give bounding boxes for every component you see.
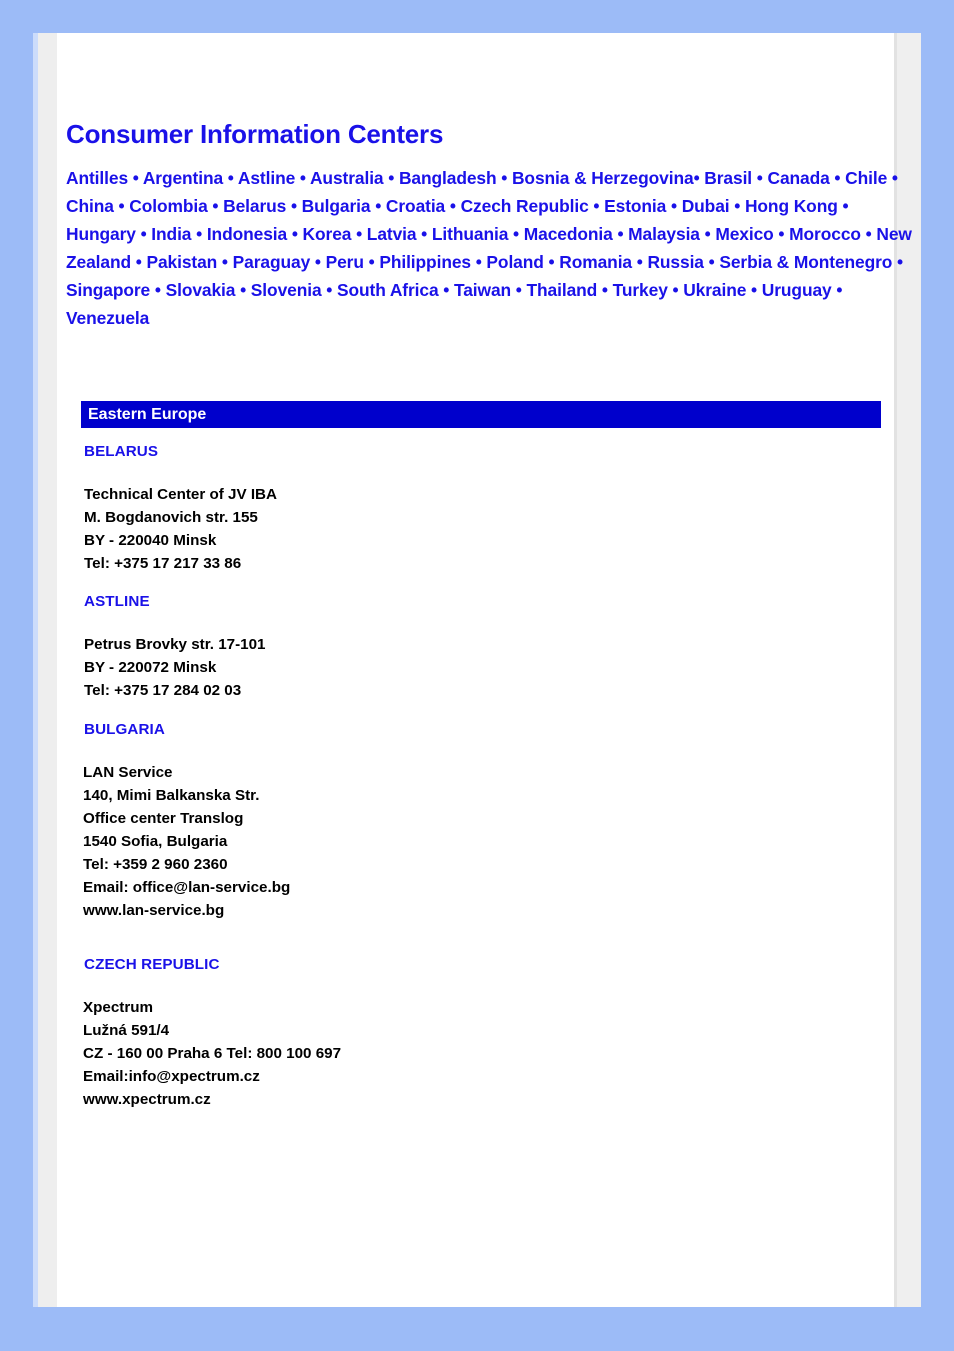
page-title: Consumer Information Centers: [66, 119, 444, 150]
entry-address-bulgaria: LAN Service 140, Mimi Balkanska Str. Off…: [83, 764, 291, 919]
entry-address-belarus: Technical Center of JV IBA M. Bogdanovic…: [84, 486, 277, 572]
page-left-margin-band: [38, 33, 57, 1307]
country-links-list[interactable]: Antilles • Argentina • Astline • Austral…: [66, 164, 914, 332]
document-sheet: Consumer Information Centers Antilles • …: [57, 33, 912, 1307]
entry-address-czech-republic: Xpectrum Lužná 591/4 CZ - 160 00 Praha 6…: [83, 999, 342, 1108]
entry-heading-czech-republic[interactable]: CZECH REPUBLIC: [84, 956, 220, 973]
entry-heading-bulgaria[interactable]: BULGARIA: [84, 721, 165, 738]
entry-heading-astline[interactable]: ASTLINE: [84, 593, 150, 610]
section-header-eastern-europe: Eastern Europe: [81, 401, 881, 428]
entry-address-astline: Petrus Brovky str. 17-101 BY - 220072 Mi…: [84, 636, 266, 699]
page-frame: Consumer Information Centers Antilles • …: [33, 33, 921, 1307]
entry-heading-belarus[interactable]: BELARUS: [84, 443, 158, 460]
